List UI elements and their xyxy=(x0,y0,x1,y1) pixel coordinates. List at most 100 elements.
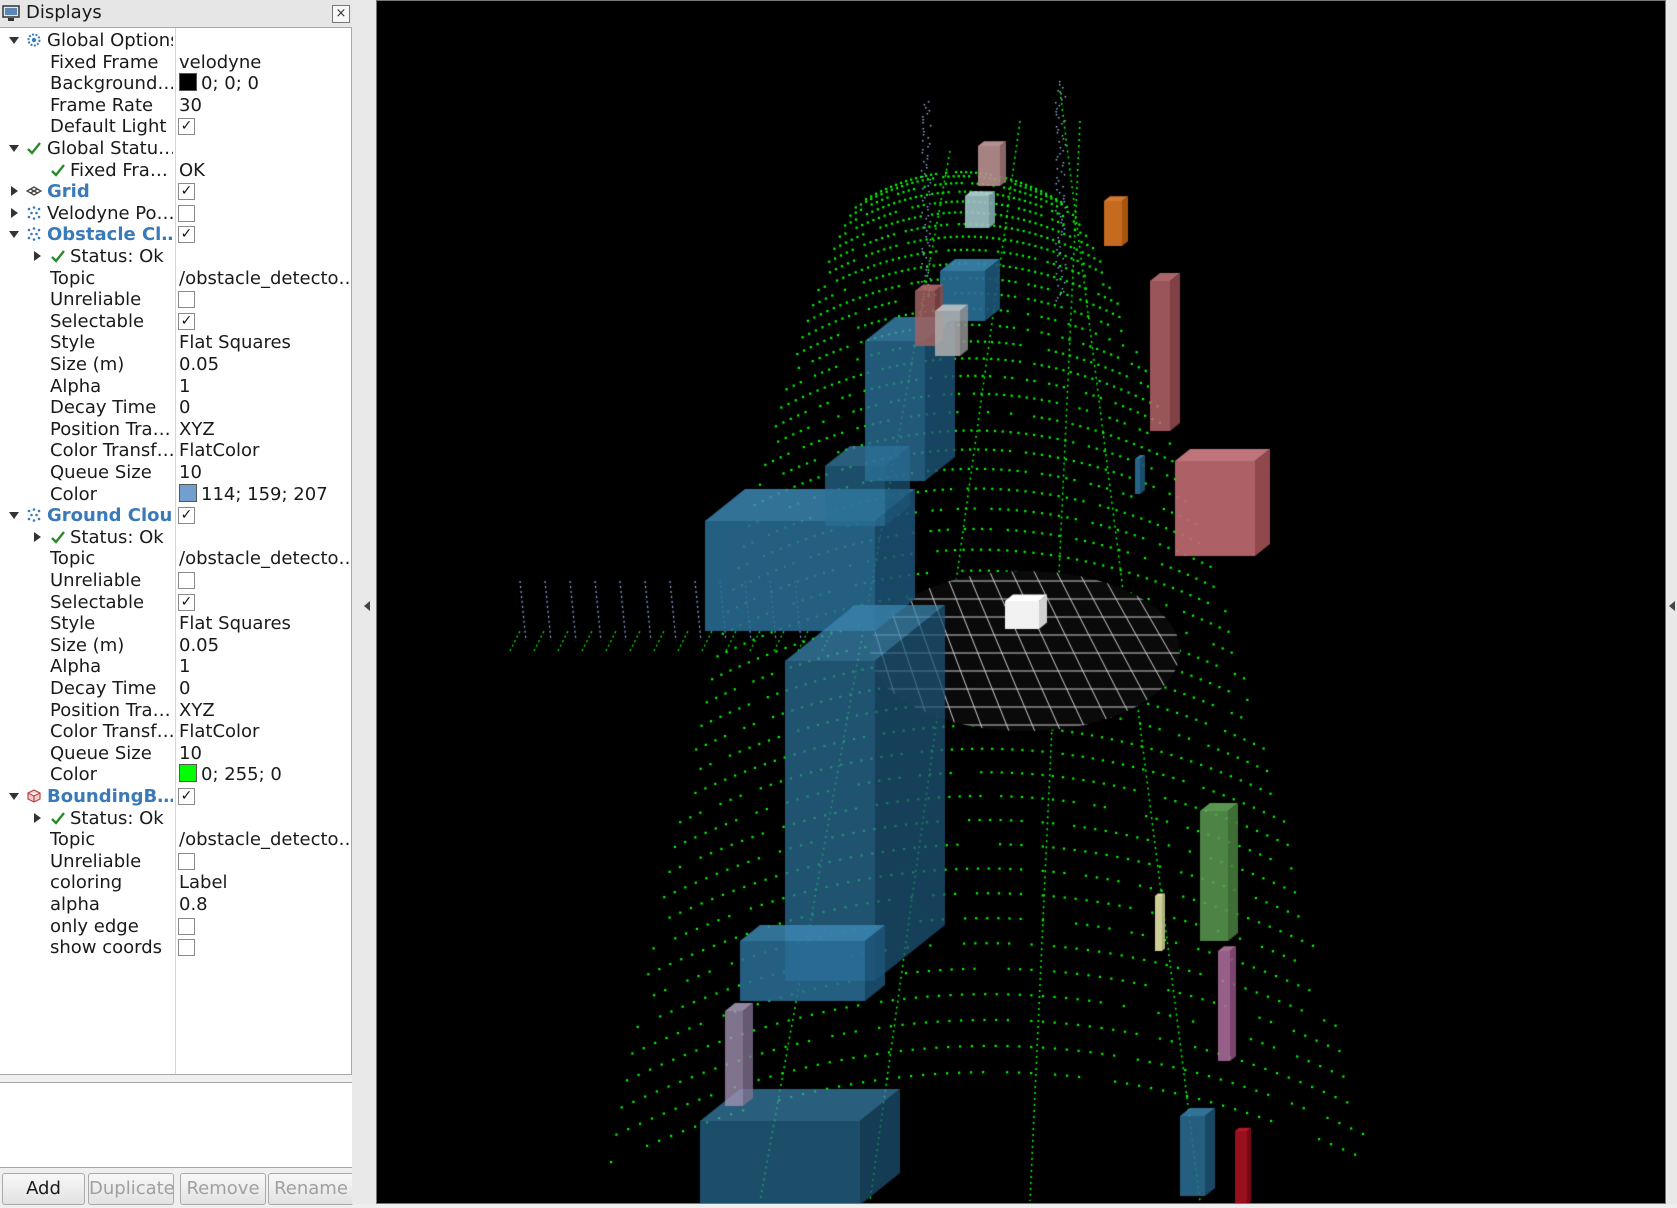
property-value[interactable]: 1 xyxy=(179,656,349,677)
expand-right-icon[interactable] xyxy=(29,807,43,830)
tree-row[interactable]: Global Statu… xyxy=(0,137,351,160)
enable-checkbox[interactable] xyxy=(178,853,195,870)
render-viewport[interactable] xyxy=(376,0,1666,1204)
tree-row[interactable]: Global Options xyxy=(0,29,351,52)
color-swatch[interactable] xyxy=(179,484,197,502)
property-value[interactable]: 0 xyxy=(179,678,349,699)
tree-row[interactable]: Velodyne Po… xyxy=(0,202,351,225)
property-value[interactable]: OK xyxy=(179,160,349,181)
enable-checkbox[interactable] xyxy=(178,291,195,308)
tree-row[interactable]: Decay Time 0 xyxy=(0,677,351,700)
tree-row[interactable]: Frame Rate 30 xyxy=(0,94,351,117)
enable-checkbox[interactable]: ✓ xyxy=(178,183,195,200)
tree-row[interactable]: only edge xyxy=(0,915,351,938)
tree-row[interactable]: Alpha 1 xyxy=(0,655,351,678)
tree-row[interactable]: Unreliable xyxy=(0,850,351,873)
property-value[interactable]: XYZ xyxy=(179,419,349,440)
right-splitter[interactable] xyxy=(1666,0,1677,1204)
tree-row[interactable]: Color Transf… FlatColor xyxy=(0,720,351,743)
tree-row[interactable]: Size (m) 0.05 xyxy=(0,634,351,657)
tree-row[interactable]: Obstacle Cl… ✓ xyxy=(0,223,351,246)
add-button[interactable]: Add xyxy=(2,1173,85,1205)
tree-row[interactable]: Grid ✓ xyxy=(0,180,351,203)
tree-row[interactable]: Position Tra… XYZ xyxy=(0,418,351,441)
tree-row[interactable]: Queue Size 10 xyxy=(0,742,351,765)
enable-checkbox[interactable]: ✓ xyxy=(178,313,195,330)
tree-row[interactable]: Ground Cloud ✓ xyxy=(0,504,351,527)
color-swatch[interactable] xyxy=(179,764,197,782)
tree-row[interactable]: Color Transf… FlatColor xyxy=(0,439,351,462)
property-value[interactable]: Flat Squares xyxy=(179,332,349,353)
tree-row[interactable]: Style Flat Squares xyxy=(0,331,351,354)
enable-checkbox[interactable]: ✓ xyxy=(178,788,195,805)
tree-row[interactable]: Topic/obstacle_detecto… xyxy=(0,547,351,570)
expand-down-icon[interactable] xyxy=(6,137,20,160)
color-swatch[interactable] xyxy=(179,73,197,91)
expand-right-icon[interactable] xyxy=(29,526,43,549)
point-cloud-canvas[interactable] xyxy=(377,1,1665,1203)
close-icon[interactable]: × xyxy=(332,5,350,23)
property-value[interactable]: FlatColor xyxy=(179,440,349,461)
tree-row[interactable]: Style Flat Squares xyxy=(0,612,351,635)
enable-checkbox[interactable]: ✓ xyxy=(178,594,195,611)
enable-checkbox[interactable]: ✓ xyxy=(178,226,195,243)
remove-button[interactable]: Remove xyxy=(180,1173,266,1205)
tree-row[interactable]: Selectable ✓ xyxy=(0,310,351,333)
tree-row[interactable]: Unreliable xyxy=(0,569,351,592)
tree-row[interactable]: Position Tra… XYZ xyxy=(0,699,351,722)
property-value[interactable]: FlatColor xyxy=(179,721,349,742)
enable-checkbox[interactable] xyxy=(178,572,195,589)
property-value[interactable]: 1 xyxy=(179,376,349,397)
tree-row[interactable]: Color 0; 255; 0 xyxy=(0,763,351,786)
property-value[interactable]: 0.8 xyxy=(179,894,349,915)
display-tree[interactable]: Global Options Fixed Frame velodyne Backgro… xyxy=(0,27,352,1075)
property-value[interactable]: Label xyxy=(179,872,349,893)
tree-row[interactable]: Alpha 1 xyxy=(0,375,351,398)
tree-row[interactable]: Color 114; 159; 207 xyxy=(0,483,351,506)
tree-row[interactable]: Fixed Frame velodyne xyxy=(0,51,351,74)
expand-down-icon[interactable] xyxy=(6,785,20,808)
property-value[interactable]: 30 xyxy=(179,95,349,116)
property-value[interactable]: XYZ xyxy=(179,700,349,721)
tree-row[interactable]: BoundingB… ✓ xyxy=(0,785,351,808)
tree-row[interactable]: Status: Ok xyxy=(0,807,351,830)
expand-down-icon[interactable] xyxy=(6,223,20,246)
tree-row[interactable]: Background… 0; 0; 0 xyxy=(0,72,351,95)
tree-row[interactable]: Topic/obstacle_detecto… xyxy=(0,267,351,290)
tree-row[interactable]: Decay Time 0 xyxy=(0,396,351,419)
property-value[interactable]: 10 xyxy=(179,743,349,764)
panel-splitter[interactable] xyxy=(352,0,377,1204)
tree-row[interactable]: Size (m) 0.05 xyxy=(0,353,351,376)
tree-row[interactable]: Default Light ✓ xyxy=(0,115,351,138)
property-value[interactable]: 10 xyxy=(179,462,349,483)
expand-down-icon[interactable] xyxy=(6,504,20,527)
tree-row[interactable]: Queue Size 10 xyxy=(0,461,351,484)
property-value[interactable]: 0; 255; 0 xyxy=(179,764,349,785)
rename-button[interactable]: Rename xyxy=(268,1173,354,1205)
tree-row[interactable]: Selectable ✓ xyxy=(0,591,351,614)
tree-row[interactable]: Fixed Fra… OK xyxy=(0,159,351,182)
tree-row[interactable]: alpha 0.8 xyxy=(0,893,351,916)
collapse-left-icon[interactable] xyxy=(364,601,370,611)
property-value[interactable]: /obstacle_detecto… xyxy=(179,829,349,850)
tree-row[interactable]: coloring Label xyxy=(0,871,351,894)
tree-row[interactable]: Unreliable xyxy=(0,288,351,311)
tree-row[interactable]: Status: Ok xyxy=(0,526,351,549)
enable-checkbox[interactable]: ✓ xyxy=(178,507,195,524)
property-value[interactable]: Flat Squares xyxy=(179,613,349,634)
enable-checkbox[interactable] xyxy=(178,939,195,956)
property-value[interactable]: 0; 0; 0 xyxy=(179,73,349,94)
expand-right-icon[interactable] xyxy=(6,202,20,225)
expand-right-icon[interactable] xyxy=(6,180,20,203)
property-value[interactable]: 0.05 xyxy=(179,635,349,656)
enable-checkbox[interactable] xyxy=(178,205,195,222)
enable-checkbox[interactable] xyxy=(178,918,195,935)
expand-down-icon[interactable] xyxy=(6,29,20,52)
property-value[interactable]: 0 xyxy=(179,397,349,418)
tree-row[interactable]: Topic/obstacle_detecto… xyxy=(0,828,351,851)
duplicate-button[interactable]: Duplicate xyxy=(88,1173,174,1205)
enable-checkbox[interactable]: ✓ xyxy=(178,118,195,135)
property-value[interactable]: /obstacle_detecto… xyxy=(179,548,349,569)
property-value[interactable]: /obstacle_detecto… xyxy=(179,268,349,289)
tree-row[interactable]: Status: Ok xyxy=(0,245,351,268)
